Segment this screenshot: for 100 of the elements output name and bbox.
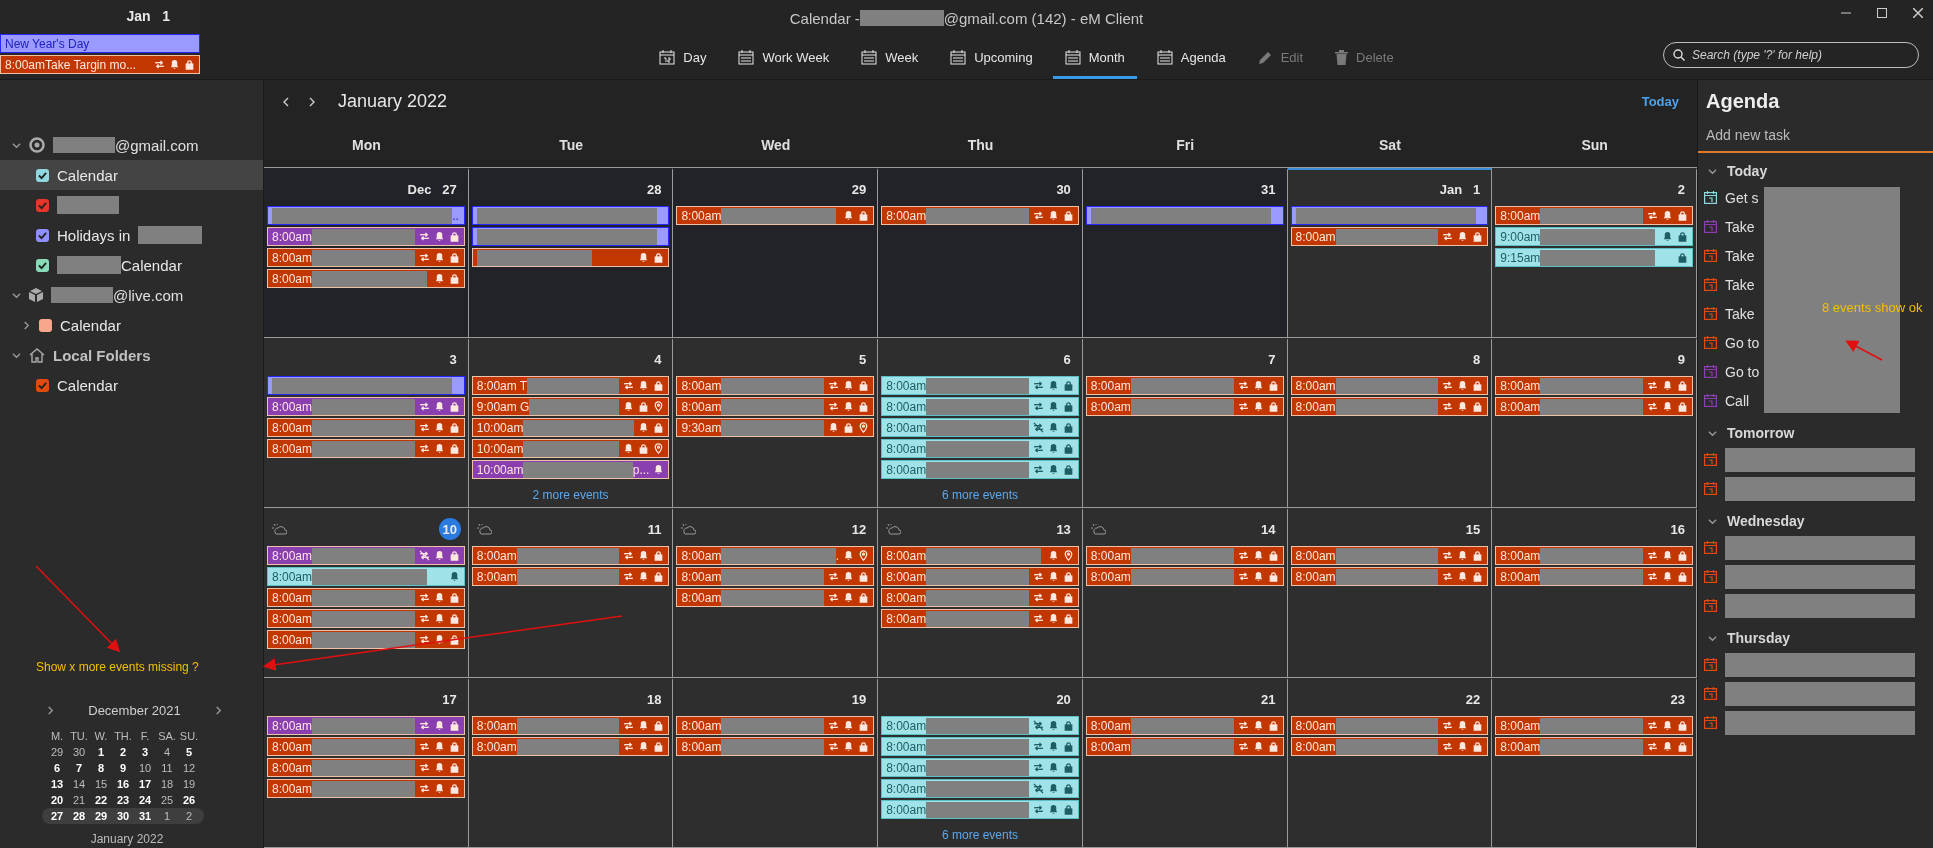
day-cell[interactable]: 29 8:00am	[673, 168, 879, 338]
calendar-event[interactable]: 8:00am	[471, 737, 670, 756]
calendar-event[interactable]: 9:00am G	[471, 397, 670, 416]
calendar-event[interactable]: 8:00am	[267, 248, 465, 267]
calendar-event[interactable]: 8:00am	[267, 546, 465, 565]
day-cell[interactable]: Dec 27 .. 8:00am 8:00am 8:00am	[264, 168, 469, 338]
calendar-event[interactable]: 8:00am	[1290, 376, 1489, 395]
mini-calendar-day[interactable]: 27	[46, 810, 68, 822]
chevron-icon[interactable]	[1708, 166, 1717, 176]
day-cell[interactable]: 4 8:00am T 9:00am G 10:00am 10:00am 10:00am p... 2 more events	[468, 338, 674, 508]
calendar-event[interactable]: 8:00am	[881, 588, 1079, 607]
day-cell[interactable]: Jan 1 8:00am	[1287, 168, 1493, 338]
calendar-event[interactable]: 8:00am	[1495, 546, 1693, 565]
agenda-item[interactable]: Go to	[1698, 328, 1760, 357]
day-cell[interactable]: 30 8:00am	[878, 168, 1083, 338]
calendar-event[interactable]: 8:00am	[267, 269, 465, 288]
chevron-icon[interactable]	[1708, 633, 1717, 643]
calendar-event[interactable]: 8:00am	[676, 737, 875, 756]
mini-calendar-day[interactable]: 18	[156, 778, 178, 790]
mini-calendar-day[interactable]: 3	[134, 746, 156, 758]
calendar-event[interactable]: 8:00am	[267, 609, 465, 628]
calendar-event[interactable]: 8:00am	[881, 376, 1079, 395]
calendar-event[interactable]: 8:00am .	[676, 546, 875, 565]
all-day-event[interactable]: ..	[267, 206, 465, 225]
calendar-event[interactable]: 8:00am	[881, 716, 1079, 735]
calendar-event[interactable]: 8:00am	[1290, 567, 1489, 586]
calendar-event[interactable]: 8:00am	[676, 716, 875, 735]
week-row[interactable]: 6 7 8 9 10 11 12	[42, 760, 204, 776]
calendar-checkbox[interactable]	[36, 198, 49, 212]
calendar-event[interactable]: 10:00am	[471, 439, 670, 458]
mini-calendar-day[interactable]: 7	[68, 762, 90, 774]
all-day-event[interactable]	[1085, 206, 1284, 225]
calendar-event[interactable]: 8:00am	[881, 439, 1079, 458]
calendar-event[interactable]: 8:00am	[267, 737, 465, 756]
toolbar-tab[interactable]: Agenda	[1144, 36, 1238, 79]
mini-calendar-day[interactable]: 15	[90, 778, 112, 790]
chevron-icon[interactable]	[12, 350, 21, 360]
mini-calendar-day[interactable]: 10	[134, 762, 156, 774]
all-day-event[interactable]: New Year's Day	[0, 34, 200, 53]
calendar-event[interactable]: 8:00am	[1085, 546, 1284, 565]
week-row[interactable]: 13 14 15 16 17 18 19	[42, 776, 204, 792]
calendar-event[interactable]: 8:00am	[676, 567, 875, 586]
mini-calendar-day[interactable]: 1	[156, 810, 178, 822]
day-cell[interactable]: 2 8:00am 9:00am 9:15am	[1492, 168, 1697, 338]
calendar-event[interactable]: 8:00am	[1495, 206, 1693, 225]
today-link[interactable]: Today	[1641, 94, 1679, 110]
calendar-event[interactable]: 8:00am	[881, 418, 1079, 437]
calendar-event[interactable]: 8:00am	[881, 460, 1079, 479]
new-task-field[interactable]: Add new task	[1698, 119, 1933, 153]
more-events-link[interactable]: 6 more events	[881, 828, 1079, 842]
calendar-event[interactable]: 8:00am	[676, 397, 875, 416]
mini-calendar-day[interactable]: 5	[178, 746, 200, 758]
calendar-event[interactable]: 8:00am	[881, 546, 1079, 565]
day-cell[interactable]: 6 8:00am 8:00am 8:00am 8:00am 8:00am 6 more events	[878, 338, 1083, 508]
calendar-event[interactable]: 8:00am	[1290, 397, 1489, 416]
calendar-event[interactable]: 8:00am	[267, 779, 465, 798]
calendar-event[interactable]: 9:15am	[1495, 248, 1693, 267]
calendar-event[interactable]: 8:00am T	[471, 376, 670, 395]
calendar-list-item[interactable]: Calendar	[0, 370, 263, 400]
mini-calendar-day[interactable]: 26	[178, 794, 200, 806]
calendar-list-item[interactable]: Calendar	[0, 310, 263, 340]
calendar-event[interactable]: 8:00am	[267, 588, 465, 607]
mini-calendar-day[interactable]: 24	[134, 794, 156, 806]
mini-calendar-day[interactable]: 9	[112, 762, 134, 774]
mini-calendar-day[interactable]: 22	[90, 794, 112, 806]
mini-calendar-day[interactable]: 2	[178, 810, 200, 822]
mini-calendar-day[interactable]: 8	[90, 762, 112, 774]
calendar-event[interactable]: 8:00am	[676, 206, 875, 225]
mini-calendar-day[interactable]: 16	[112, 778, 134, 790]
mini-calendar-day[interactable]: 30	[68, 746, 90, 758]
mini-calendar-day[interactable]: 25	[156, 794, 178, 806]
toolbar-tab[interactable]: Week	[849, 36, 931, 79]
day-cell[interactable]: 23 8:00am 8:00am	[1492, 678, 1697, 848]
more-events-link[interactable]: 2 more events	[471, 488, 670, 502]
chevron-icon[interactable]	[12, 290, 21, 300]
account-label[interactable]: Local Folders	[53, 346, 151, 364]
agenda-item[interactable]: Take	[1698, 241, 1755, 270]
day-cell[interactable]: 5 8:00am 8:00am 9:30am	[673, 338, 879, 508]
calendar-event[interactable]: 8:00amTake Targin mo...	[0, 55, 200, 74]
day-cell[interactable]: 17 8:00am 8:00am 8:00am 8:00am	[264, 678, 469, 848]
all-day-event[interactable]	[471, 206, 670, 225]
calendar-event[interactable]: 8:00am	[1290, 546, 1489, 565]
account-label[interactable]: @gmail.com	[115, 136, 199, 154]
day-cell[interactable]: 13 8:00am 8:00am 8:00am 8:00am	[878, 508, 1083, 678]
mini-calendar-day[interactable]: 2	[112, 746, 134, 758]
mini-calendar-day[interactable]: 14	[68, 778, 90, 790]
calendar-event[interactable]: 8:00am	[881, 800, 1079, 819]
chevron-icon[interactable]	[1708, 428, 1717, 438]
day-cell[interactable]: 14 8:00am 8:00am	[1082, 508, 1288, 678]
day-cell[interactable]: 21 8:00am 8:00am	[1082, 678, 1288, 848]
calendar-event[interactable]: 8:00am	[471, 716, 670, 735]
next-icon[interactable]	[308, 97, 316, 107]
chevron-icon[interactable]	[22, 320, 31, 330]
calendar-event[interactable]: 8:00am	[676, 376, 875, 395]
day-cell[interactable]: 3 8:00am 8:00am 8:00am	[264, 338, 469, 508]
calendar-event[interactable]: 8:00am	[1085, 397, 1284, 416]
mini-calendar-day[interactable]: 6	[46, 762, 68, 774]
account-label[interactable]: @live.com	[113, 286, 184, 304]
calendar-event[interactable]: 8:00am	[881, 779, 1079, 798]
mini-calendar-day[interactable]: 29	[46, 746, 68, 758]
